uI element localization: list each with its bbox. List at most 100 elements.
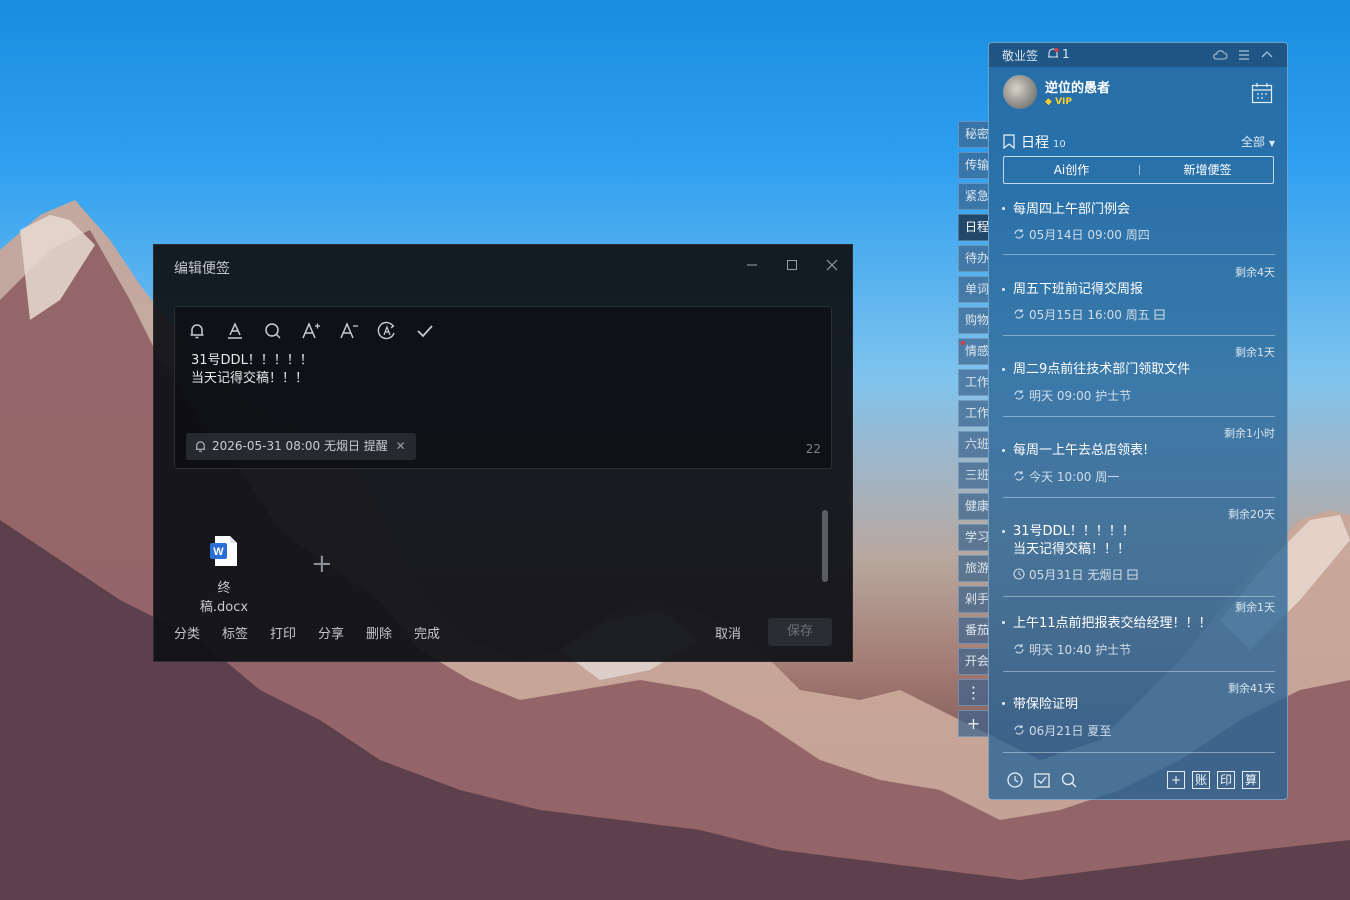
tag-button[interactable]: 标签: [222, 625, 248, 645]
side-tab-work-2[interactable]: 工作: [958, 400, 988, 427]
note-content-box[interactable]: 31号DDL！！！！！ 当天记得交稿！！！ 2026-05-31 08:00 无…: [174, 306, 832, 469]
attachment-name: 终稿.docx: [199, 581, 249, 615]
side-tab-shopping[interactable]: 购物: [958, 307, 988, 334]
attachment-icon: [1154, 309, 1165, 320]
note-line-2: 当天记得交稿！！！: [191, 371, 309, 386]
side-tab-class-3[interactable]: 三班: [958, 462, 988, 489]
add-attachment-icon[interactable]: +: [311, 549, 333, 579]
chevron-up-icon[interactable]: [1259, 47, 1275, 63]
side-tab-class-6[interactable]: 六班: [958, 431, 988, 458]
scrollbar[interactable]: [822, 510, 828, 582]
cloud-sync-icon[interactable]: [1212, 47, 1228, 63]
side-tab-pomodoro[interactable]: 番茄: [958, 617, 988, 644]
menu-icon[interactable]: [1236, 47, 1252, 63]
side-tab-urgent[interactable]: 紧急: [958, 183, 988, 210]
repeat-icon: [1014, 644, 1024, 654]
ai-create-button[interactable]: Ai创作: [1004, 157, 1139, 183]
clock-icon[interactable]: [1006, 771, 1024, 789]
repeat-icon: [1014, 229, 1024, 239]
item-meta-text: 05月31日 无烟日: [1029, 568, 1124, 582]
calendar-icon[interactable]: [1251, 82, 1273, 104]
side-tab-travel[interactable]: 旅游: [958, 555, 988, 582]
add-box-button[interactable]: +: [1167, 771, 1185, 789]
print-button[interactable]: 打印: [270, 625, 296, 645]
clock-icon: [1013, 568, 1025, 580]
complete-button[interactable]: 完成: [414, 625, 440, 645]
font-color-icon[interactable]: [223, 319, 247, 343]
search-icon[interactable]: [1060, 771, 1078, 789]
item-meta-text: 今天 10:00 周一: [1029, 470, 1120, 484]
maximize-icon[interactable]: [780, 255, 804, 279]
side-tab-todo[interactable]: 待办: [958, 245, 988, 272]
item-title: 上午11点前把报表交给经理！！！: [1013, 616, 1212, 631]
app-title: 敬业签: [1002, 49, 1039, 63]
bullet: [1002, 207, 1005, 210]
side-tab-transfer[interactable]: 传输: [958, 152, 988, 179]
filter-dropdown[interactable]: 全部 ▼: [1241, 133, 1275, 150]
svg-text:W: W: [213, 546, 224, 558]
attachment-icon: [1127, 569, 1138, 580]
item-title: 周五下班前记得交周报: [1013, 282, 1144, 297]
side-tab-work-1[interactable]: 工作: [958, 369, 988, 396]
repeat-icon: [1014, 390, 1024, 400]
add-category-icon[interactable]: +: [958, 710, 988, 737]
remaining-time: 剩余20天: [1228, 508, 1275, 521]
bullet: [1002, 530, 1005, 533]
avatar[interactable]: [1003, 75, 1037, 109]
dialog-title: 编辑便签: [174, 261, 230, 277]
side-tab-words[interactable]: 单词: [958, 276, 988, 303]
divider: [1003, 416, 1275, 417]
side-tab-study[interactable]: 学习: [958, 524, 988, 551]
item-meta: 05月15日 16:00 周五: [1013, 306, 1165, 323]
remaining-time: 剩余41天: [1228, 682, 1275, 695]
remove-reminder-icon[interactable]: ✕: [396, 439, 406, 453]
side-tab-emotion[interactable]: 情感: [958, 338, 988, 365]
reminder-text: 2026-05-31 08:00 无烟日 提醒: [212, 439, 388, 453]
item-meta-text: 06月21日 夏至: [1029, 724, 1112, 738]
action-row: Ai创作 新增便签: [1003, 156, 1274, 184]
item-meta: 06月21日 夏至: [1013, 722, 1111, 739]
username[interactable]: 逆位的愚者: [1045, 77, 1110, 96]
remaining-time: 剩余1小时: [1224, 427, 1275, 440]
notification-bell-icon[interactable]: [1046, 47, 1060, 61]
text-ai-icon[interactable]: [375, 319, 399, 343]
schedule-count: 10: [1053, 139, 1066, 150]
bell-icon: [195, 441, 206, 452]
remaining-time: 剩余1天: [1235, 601, 1275, 614]
check-icon[interactable]: [413, 319, 437, 343]
side-tab-secret[interactable]: 秘密: [958, 121, 988, 148]
char-count: 22: [805, 442, 821, 456]
divider: [1003, 335, 1275, 336]
print-button[interactable]: 印: [1217, 771, 1235, 789]
remaining-time: 剩余1天: [1235, 346, 1275, 359]
font-decrease-icon[interactable]: [337, 319, 361, 343]
account-book-button[interactable]: 账: [1192, 771, 1210, 789]
item-meta: 05月14日 09:00 周四: [1013, 226, 1150, 243]
cancel-button[interactable]: 取消: [715, 625, 741, 645]
note-text[interactable]: 31号DDL！！！！！ 当天记得交稿！！！: [191, 352, 313, 388]
sticky-note-panel: 敬业签 1 逆位的愚者 ◆ VIP 日程 10 全部 ▼ Ai创作 新增便签 每…: [988, 42, 1288, 800]
category-button[interactable]: 分类: [174, 625, 200, 645]
format-toolbar: [185, 319, 437, 343]
close-icon[interactable]: [820, 255, 844, 279]
calculate-button[interactable]: 算: [1242, 771, 1260, 789]
delete-button[interactable]: 删除: [366, 625, 392, 645]
bell-icon[interactable]: [185, 319, 209, 343]
side-tab-meeting[interactable]: 开会: [958, 648, 988, 675]
share-button[interactable]: 分享: [318, 625, 344, 645]
item-title: 31号DDL！！！！！: [1013, 524, 1135, 539]
minimize-icon[interactable]: [740, 255, 764, 279]
item-meta: 明天 09:00 护士节: [1013, 387, 1131, 404]
side-tab-health[interactable]: 健康: [958, 493, 988, 520]
side-tab-schedule[interactable]: 日程: [958, 214, 988, 241]
new-note-button[interactable]: 新增便签: [1140, 157, 1275, 183]
attachment-file[interactable]: W 终稿.docx: [194, 535, 254, 615]
search-icon[interactable]: [261, 319, 285, 343]
reminder-chip[interactable]: 2026-05-31 08:00 无烟日 提醒 ✕: [186, 433, 416, 460]
font-increase-icon[interactable]: [299, 319, 323, 343]
side-tab-shopping-spree[interactable]: 剁手: [958, 586, 988, 613]
category-side-tabs: 秘密 传输 紧急 日程 待办 单词 购物 情感 工作 工作 六班 三班 健康 学…: [958, 121, 990, 741]
checklist-icon[interactable]: [1033, 771, 1051, 789]
more-icon[interactable]: ⋮: [958, 679, 988, 706]
save-button[interactable]: 保存: [768, 618, 832, 646]
